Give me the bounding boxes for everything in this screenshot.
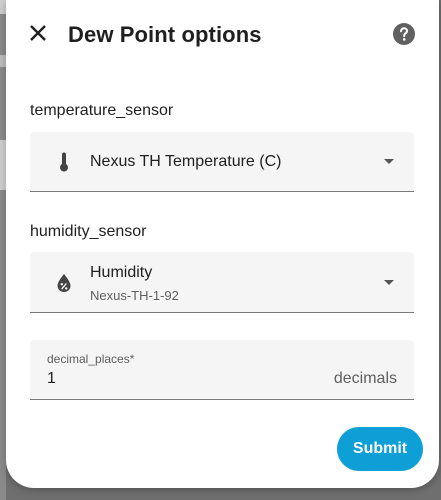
chevron-down-icon [382,276,396,290]
humidity-sensor-device: Nexus-TH-1-92 [90,288,179,303]
help-button[interactable] [388,20,420,52]
dialog-title: Dew Point options [68,22,262,47]
decimal-places-input[interactable]: decimal_places* 1 decimals [30,340,414,400]
dialog-header: Dew Point options [6,0,439,72]
close-icon [28,23,48,48]
dew-point-options-dialog: Dew Point options temperature_sensor Nex… [6,0,439,488]
chevron-down-icon [382,155,396,169]
humidity-sensor-select[interactable]: Humidity Nexus-TH-1-92 [30,252,414,313]
humidity-sensor-label: humidity_sensor [30,223,147,240]
temperature-sensor-value: Nexus TH Temperature (C) [90,153,282,170]
decimal-places-value[interactable]: 1 [47,370,56,388]
decimal-places-suffix: decimals [333,370,397,387]
close-button[interactable] [20,17,56,53]
submit-button[interactable]: Submit [337,427,423,471]
temperature-sensor-label: temperature_sensor [30,102,174,119]
help-circle-icon [392,22,416,51]
decimal-places-label: decimal_places* [47,352,135,366]
humidity-sensor-value: Humidity [90,264,153,281]
thermometer-icon [52,150,76,174]
temperature-sensor-select[interactable]: Nexus TH Temperature (C) [30,132,414,192]
water-percent-icon [52,271,76,295]
